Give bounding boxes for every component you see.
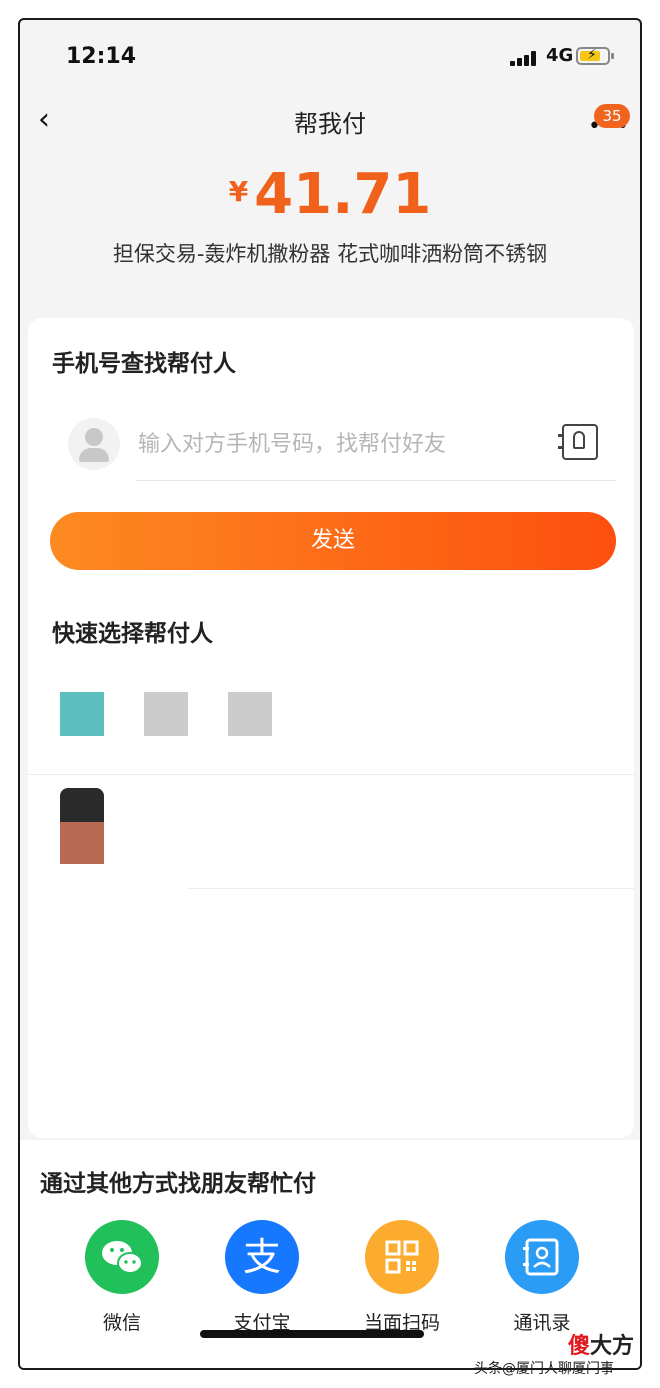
watermark-source: 头条@厦门人聊厦门事 xyxy=(474,1361,614,1377)
battery-icon: ⚡ xyxy=(576,47,614,65)
quick-contact-avatar[interactable] xyxy=(144,692,188,736)
divider xyxy=(28,774,634,775)
signal-icon xyxy=(510,50,540,66)
other-ways-title: 通过其他方式找朋友帮忙付 xyxy=(40,1171,316,1197)
contact-avatar[interactable] xyxy=(60,788,104,864)
notification-badge: 35 xyxy=(594,104,630,128)
contacts-book-icon xyxy=(505,1220,579,1294)
page-title: 帮我付 xyxy=(294,110,366,138)
payment-amount: ¥41.71 xyxy=(20,162,640,227)
quick-contact-avatar[interactable] xyxy=(228,692,272,736)
avatar-placeholder-icon xyxy=(68,418,120,470)
svg-text:支: 支 xyxy=(243,1235,281,1279)
share-alipay-button[interactable]: 支 支付宝 xyxy=(202,1220,322,1335)
send-button[interactable]: 发送 xyxy=(50,512,616,570)
network-type: 4G xyxy=(546,45,574,66)
wechat-icon xyxy=(85,1220,159,1294)
qr-code-icon xyxy=(365,1220,439,1294)
option-label: 微信 xyxy=(102,1312,141,1334)
nav-bar: ‹ 帮我付 ••• xyxy=(20,90,640,150)
phone-search-title: 手机号查找帮付人 xyxy=(52,351,236,377)
home-indicator xyxy=(200,1330,424,1338)
status-bar: 12:14 4G ⚡ xyxy=(20,20,640,90)
input-underline xyxy=(136,480,616,481)
alipay-icon: 支 xyxy=(225,1220,299,1294)
status-time: 12:14 xyxy=(66,44,137,69)
divider xyxy=(188,888,634,889)
quick-select-title: 快速选择帮付人 xyxy=(52,621,213,647)
phone-screen: 12:14 4G ⚡ ‹ 帮我付 ••• 35 ¥41.71 担保交易-轰炸机撒… xyxy=(18,18,642,1370)
quick-contact-avatar[interactable] xyxy=(60,692,104,736)
order-description: 担保交易-轰炸机撒粉器 花式咖啡洒粉筒不锈钢 xyxy=(112,242,548,266)
contacts-picker-icon[interactable] xyxy=(558,424,598,460)
address-book-button[interactable]: 通讯录 xyxy=(482,1220,602,1335)
watermark-logo: 傻大方 xyxy=(568,1334,635,1359)
currency-symbol: ¥ xyxy=(228,175,249,208)
phone-number-input[interactable] xyxy=(136,418,560,470)
share-wechat-button[interactable]: 微信 xyxy=(62,1220,182,1335)
amount-value: 41.71 xyxy=(254,162,432,227)
helper-card: 手机号查找帮付人 发送 快速选择帮付人 xyxy=(28,318,634,1138)
scan-qr-button[interactable]: 当面扫码 xyxy=(342,1220,462,1335)
